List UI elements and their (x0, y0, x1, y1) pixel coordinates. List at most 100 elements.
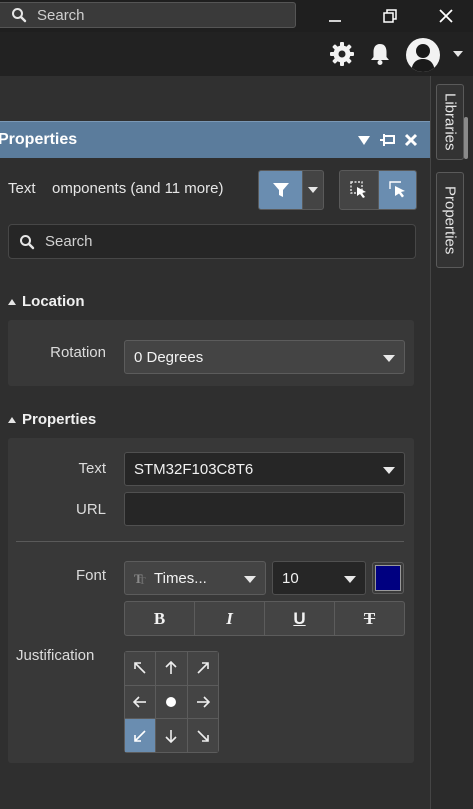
justify-center-left-button[interactable] (125, 685, 156, 719)
rotation-label: Rotation (50, 344, 106, 361)
justify-bottom-right-button[interactable] (187, 719, 218, 752)
search-icon (20, 234, 35, 249)
restore-icon (383, 9, 397, 23)
bell-icon (371, 44, 389, 65)
italic-button[interactable]: I (195, 602, 265, 635)
arrow-down-left-icon (134, 730, 146, 742)
filter-toggle-button[interactable] (259, 171, 302, 209)
url-label: URL (75, 501, 106, 518)
arrow-down-right-icon (197, 730, 209, 742)
text-format-buttons: B I U T (124, 601, 405, 636)
filter-button-group (258, 170, 324, 210)
app-toolbar (0, 32, 473, 76)
panel-menu-button[interactable] (354, 130, 374, 150)
rotation-value: 0 Degrees (134, 348, 204, 366)
svg-text:T: T (139, 576, 146, 585)
tab-properties-label: Properties (441, 185, 459, 255)
global-search-input[interactable]: Search (0, 2, 296, 28)
arrow-up-left-icon (134, 662, 146, 674)
chevron-down-icon (453, 51, 463, 57)
minimize-button[interactable] (315, 2, 355, 30)
font-size-select[interactable]: 10 (272, 561, 366, 595)
font-color-swatch (375, 565, 401, 591)
close-icon (404, 133, 418, 147)
pin-button[interactable] (378, 130, 398, 150)
filter-object-type: Text (8, 180, 36, 197)
select-touching-icon (388, 181, 405, 198)
chevron-down-icon (383, 355, 395, 362)
chevron-down-icon (308, 186, 318, 193)
font-label: Font (75, 567, 106, 584)
location-section: Rotation 0 Degrees (8, 320, 414, 386)
justification-grid (124, 651, 219, 753)
selection-filter-row: Text omponents (and 11 more) (0, 170, 430, 212)
restore-button[interactable] (370, 2, 410, 30)
underline-button[interactable]: U (265, 602, 335, 635)
section-divider (16, 541, 404, 542)
selection-mode-group (339, 170, 417, 210)
chevron-down-icon (344, 576, 356, 583)
bold-button[interactable]: B (125, 602, 195, 635)
avatar[interactable] (406, 38, 440, 72)
dot-icon (166, 696, 177, 707)
select-touching-button[interactable] (378, 171, 416, 209)
strikethrough-button[interactable]: T (335, 602, 404, 635)
arrow-down-icon (165, 729, 178, 743)
filter-description: omponents (and 11 more) (52, 180, 224, 197)
url-input[interactable] (124, 492, 405, 526)
filter-dropdown-button[interactable] (302, 171, 323, 209)
collapse-icon (8, 416, 16, 423)
panel-close-button[interactable] (401, 130, 421, 150)
justify-center-right-button[interactable] (187, 685, 218, 719)
scrollbar-thumb[interactable] (464, 117, 468, 159)
tab-properties[interactable]: Properties (436, 172, 464, 268)
close-icon (439, 9, 453, 23)
pin-icon (380, 134, 395, 146)
filter-icon (272, 183, 289, 197)
tab-libraries-label: Libraries (441, 93, 459, 151)
truetype-font-icon: TT (134, 571, 146, 585)
justify-top-left-button[interactable] (125, 652, 156, 685)
arrow-up-right-icon (197, 662, 209, 674)
chevron-down-icon (383, 467, 395, 474)
properties-section-title: Properties (22, 411, 97, 428)
justify-center-button[interactable] (156, 685, 187, 719)
global-search-placeholder: Search (37, 6, 85, 24)
font-family-select[interactable]: TT Times... (124, 561, 266, 595)
location-section-title: Location (22, 293, 85, 310)
text-label: Text (78, 460, 106, 477)
select-in-area-button[interactable] (340, 171, 378, 209)
rotation-select[interactable]: 0 Degrees (124, 340, 405, 374)
notifications-button[interactable] (367, 40, 393, 68)
triangle-down-icon (358, 136, 370, 145)
panel-search-input[interactable]: Search (8, 224, 416, 259)
tab-libraries[interactable]: Libraries (436, 84, 464, 160)
panel-title: Properties (0, 131, 78, 148)
panel-search-placeholder: Search (45, 233, 93, 250)
search-icon (12, 8, 27, 23)
font-color-button[interactable] (372, 562, 404, 594)
close-window-button[interactable] (426, 2, 466, 30)
panel-header: Properties (0, 122, 430, 158)
text-value: STM32F103C8T6 (134, 460, 254, 478)
title-bar: Search (0, 0, 473, 32)
user-icon (411, 44, 435, 72)
justify-top-right-button[interactable] (187, 652, 218, 685)
document-area (0, 76, 430, 122)
font-size-value: 10 (282, 569, 299, 587)
justify-top-center-button[interactable] (156, 652, 187, 685)
justification-label: Justification (16, 647, 95, 664)
text-value-select[interactable]: STM32F103C8T6 (124, 452, 405, 486)
arrow-left-icon (133, 696, 147, 708)
location-section-header[interactable]: Location (8, 293, 85, 310)
settings-button[interactable] (327, 40, 357, 68)
arrow-right-icon (196, 696, 210, 708)
justify-bottom-left-button[interactable] (125, 719, 156, 752)
gear-icon (330, 42, 354, 66)
justify-bottom-center-button[interactable] (156, 719, 187, 752)
account-menu-button[interactable] (450, 40, 466, 68)
properties-section-header[interactable]: Properties (8, 411, 96, 428)
collapse-icon (8, 298, 16, 305)
minimize-icon (329, 20, 341, 22)
chevron-down-icon (244, 576, 256, 583)
